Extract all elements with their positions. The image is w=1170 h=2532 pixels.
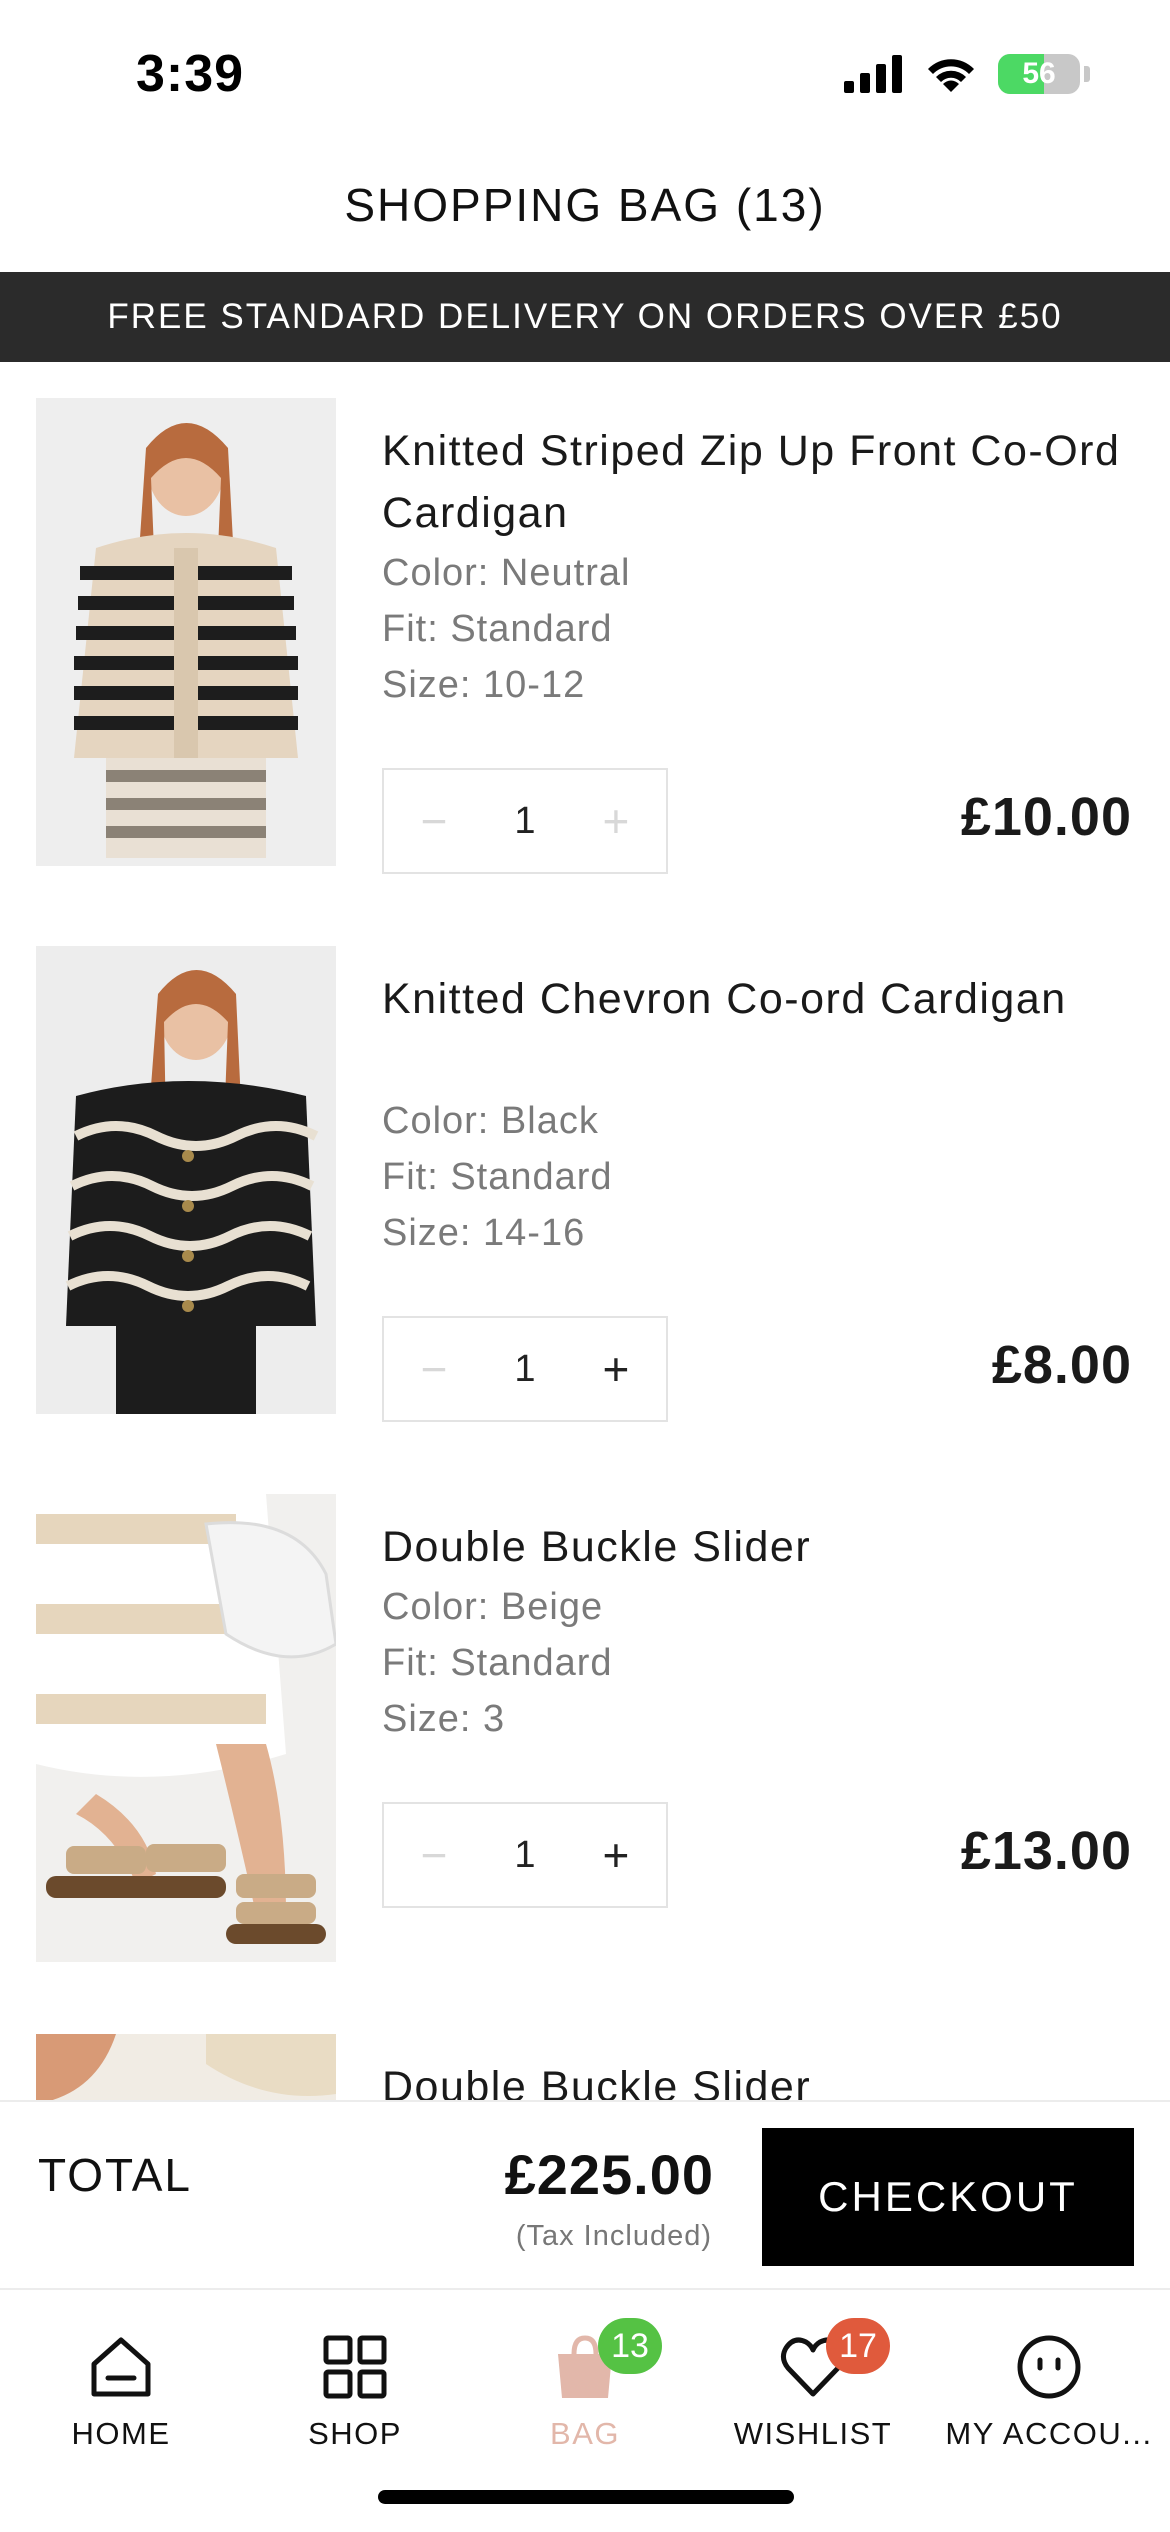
model-striped-cardigan-image bbox=[36, 398, 336, 866]
bag-count-badge: 13 bbox=[598, 2318, 662, 2374]
wifi-icon bbox=[928, 59, 974, 92]
quantity-stepper: − 1 + bbox=[382, 1802, 668, 1908]
battery-cap bbox=[1084, 66, 1090, 82]
increase-quantity-button[interactable]: + bbox=[596, 1342, 636, 1396]
status-bar: 3:39 56 bbox=[0, 0, 1170, 150]
item-size: Size: 10-12 bbox=[382, 664, 586, 706]
signal-icon bbox=[844, 55, 902, 93]
tab-label: WISHLIST bbox=[733, 2416, 893, 2451]
model-chevron-cardigan-image bbox=[36, 946, 336, 1414]
tab-label: BAG bbox=[550, 2416, 620, 2451]
tab-label: SHOP bbox=[308, 2416, 402, 2451]
item-title[interactable]: Double Buckle Slider bbox=[382, 1516, 1132, 1578]
item-price: £10.00 bbox=[960, 787, 1132, 847]
increase-quantity-button[interactable]: + bbox=[596, 794, 636, 848]
item-color: Color: Neutral bbox=[382, 552, 631, 594]
product-image[interactable] bbox=[36, 946, 336, 1414]
promo-banner: FREE STANDARD DELIVERY ON ORDERS OVER £5… bbox=[0, 272, 1170, 362]
tab-shop[interactable]: SHOP bbox=[238, 2290, 472, 2451]
tab-bag[interactable]: 13 BAG bbox=[468, 2290, 702, 2451]
bag-item: Double Buckle Slider bbox=[0, 2034, 1170, 2100]
total-label: TOTAL bbox=[38, 2149, 192, 2201]
status-icons: 56 bbox=[844, 54, 1090, 94]
total-amount: £225.00 bbox=[504, 2143, 714, 2206]
item-fit: Fit: Standard bbox=[382, 1642, 613, 1684]
product-image[interactable] bbox=[36, 2034, 336, 2100]
quantity-value: 1 bbox=[514, 1347, 536, 1390]
home-icon bbox=[86, 2332, 156, 2402]
battery-icon: 56 bbox=[998, 54, 1080, 94]
tab-label: HOME bbox=[71, 2416, 171, 2451]
decrease-quantity-button[interactable]: − bbox=[414, 1828, 454, 1882]
page-title: SHOPPING BAG (13) bbox=[344, 179, 826, 231]
account-icon bbox=[1014, 2332, 1084, 2402]
tab-my-account[interactable]: MY ACCOU... bbox=[932, 2290, 1166, 2451]
tax-note: (Tax Included) bbox=[515, 2220, 712, 2252]
item-fit: Fit: Standard bbox=[382, 1156, 613, 1198]
tab-label: MY ACCOU... bbox=[945, 2416, 1153, 2451]
item-size: Size: 3 bbox=[382, 1698, 506, 1740]
quantity-stepper: − 1 + bbox=[382, 768, 668, 874]
item-title[interactable]: Double Buckle Slider bbox=[382, 2056, 1132, 2100]
product-image[interactable] bbox=[36, 398, 336, 866]
home-indicator[interactable] bbox=[378, 2490, 794, 2504]
grid-icon bbox=[320, 2332, 390, 2402]
slider-sandals-image bbox=[36, 2034, 336, 2100]
promo-banner-text: FREE STANDARD DELIVERY ON ORDERS OVER £5… bbox=[107, 297, 1063, 336]
quantity-value: 1 bbox=[514, 1833, 536, 1876]
quantity-value: 1 bbox=[514, 799, 536, 842]
item-color: Color: Beige bbox=[382, 1586, 604, 1628]
tab-wishlist[interactable]: 17 WISHLIST bbox=[696, 2290, 930, 2451]
item-size: Size: 14-16 bbox=[382, 1212, 586, 1254]
item-fit: Fit: Standard bbox=[382, 608, 613, 650]
checkout-button[interactable]: CHECKOUT bbox=[762, 2128, 1134, 2266]
status-time: 3:39 bbox=[136, 45, 245, 103]
heart-icon: 17 bbox=[778, 2318, 890, 2402]
wishlist-count-badge: 17 bbox=[826, 2318, 890, 2374]
item-price: £8.00 bbox=[991, 1335, 1132, 1395]
quantity-stepper: − 1 + bbox=[382, 1316, 668, 1422]
item-color: Color: Black bbox=[382, 1100, 599, 1142]
product-image[interactable] bbox=[36, 1494, 336, 1962]
item-title[interactable]: Knitted Striped Zip Up Front Co-Ord Card… bbox=[382, 420, 1132, 544]
decrease-quantity-button[interactable]: − bbox=[414, 794, 454, 848]
bag-icon: 13 bbox=[550, 2318, 662, 2402]
increase-quantity-button[interactable]: + bbox=[596, 1828, 636, 1882]
tab-home[interactable]: HOME bbox=[4, 2290, 238, 2451]
total-bar: TOTAL £225.00 (Tax Included) CHECKOUT bbox=[0, 2100, 1170, 2290]
decrease-quantity-button[interactable]: − bbox=[414, 1342, 454, 1396]
battery-level: 56 bbox=[1022, 57, 1056, 90]
slider-sandals-image bbox=[36, 1494, 336, 1962]
item-price: £13.00 bbox=[960, 1821, 1132, 1881]
item-title[interactable]: Knitted Chevron Co-ord Cardigan bbox=[382, 968, 1132, 1030]
